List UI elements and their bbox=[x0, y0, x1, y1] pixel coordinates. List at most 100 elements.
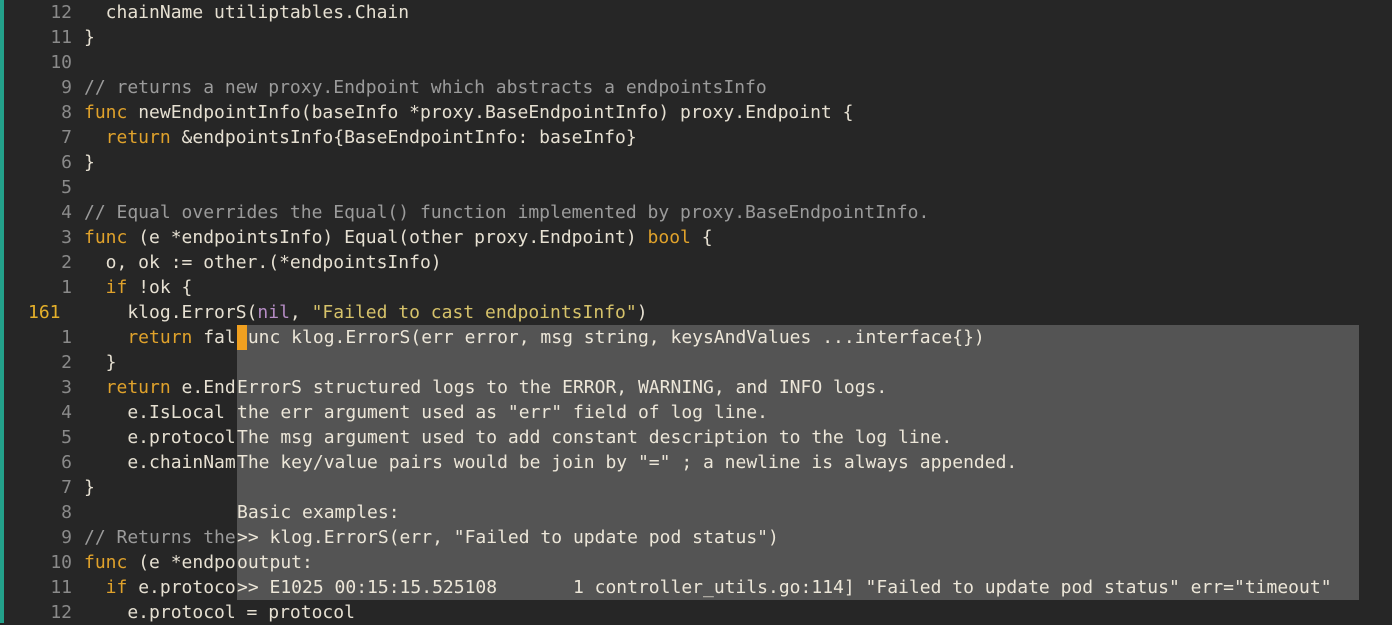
line-number: 3 bbox=[61, 377, 72, 398]
line-number: 1 bbox=[61, 327, 72, 348]
code-token: { bbox=[690, 227, 713, 248]
popup-doc-line: >> E1025 00:15:15.525108 1 controller_ut… bbox=[237, 577, 1332, 598]
code-token: e.protoco bbox=[127, 577, 236, 598]
code-text[interactable]: } bbox=[84, 350, 117, 375]
code-token: } bbox=[84, 477, 95, 498]
code-token: (e *endpointsInfo) Equal(other proxy.End… bbox=[127, 227, 648, 248]
code-token: if bbox=[84, 277, 128, 298]
code-line[interactable]: 4 // Equal overrides the Equal() function… bbox=[0, 200, 1392, 225]
code-text[interactable]: chainName utiliptables.Chain bbox=[84, 0, 409, 25]
line-number: 10 bbox=[50, 52, 72, 73]
code-text[interactable]: // Equal overrides the Equal() function … bbox=[84, 200, 929, 225]
code-line[interactable]: 10 bbox=[0, 50, 1392, 75]
line-number: 6 bbox=[61, 452, 72, 473]
line-number: 7 bbox=[61, 127, 72, 148]
line-number: 2 bbox=[61, 352, 72, 373]
code-line[interactable]: 1 if !ok { bbox=[0, 275, 1392, 300]
popup-doc-line: ErrorS structured logs to the ERROR, WAR… bbox=[237, 377, 888, 398]
code-token: chainName utiliptables.Chain bbox=[84, 2, 410, 23]
code-line[interactable]: 12 e.protocol = protocol bbox=[0, 600, 1392, 625]
line-number: 4 bbox=[61, 402, 72, 423]
code-token: return bbox=[84, 377, 171, 398]
code-token: if bbox=[84, 577, 128, 598]
code-line[interactable]: 5 bbox=[0, 175, 1392, 200]
code-line[interactable]: 8 func newEndpointInfo(baseInfo *proxy.Ba… bbox=[0, 100, 1392, 125]
code-token: func bbox=[84, 102, 128, 123]
line-number: 12 bbox=[50, 602, 72, 623]
code-token: , bbox=[289, 302, 312, 323]
code-token: // Returns the bbox=[84, 527, 236, 548]
code-text[interactable]: } bbox=[84, 25, 95, 50]
code-token: (e *endpo bbox=[127, 552, 236, 573]
code-text[interactable]: o, ok := other.(*endpointsInfo) bbox=[84, 250, 442, 275]
code-text[interactable]: e.IsLocal bbox=[84, 400, 225, 425]
code-token: return bbox=[84, 327, 193, 348]
code-text[interactable]: return fal bbox=[84, 325, 235, 350]
code-text[interactable]: // returns a new proxy.Endpoint which ab… bbox=[84, 75, 767, 100]
line-number: 5 bbox=[61, 427, 72, 448]
code-text[interactable]: func newEndpointInfo(baseInfo *proxy.Bas… bbox=[84, 100, 853, 125]
code-token: } bbox=[84, 352, 117, 373]
code-token: } bbox=[84, 152, 95, 173]
code-token: } bbox=[84, 27, 95, 48]
code-text[interactable]: return &endpointsInfo{BaseEndpointInfo: … bbox=[84, 125, 637, 150]
current-line-number: 161 bbox=[28, 302, 61, 323]
popup-doc-line: Basic examples: bbox=[237, 502, 400, 523]
popup-doc-line: the err argument used as "err" field of … bbox=[237, 402, 769, 423]
code-text[interactable]: klog.ErrorS(nil, "Failed to cast endpoin… bbox=[84, 300, 648, 325]
code-token: !ok { bbox=[127, 277, 193, 298]
code-text[interactable]: if e.protoco bbox=[84, 575, 236, 600]
line-number: 2 bbox=[61, 252, 72, 273]
code-token: return bbox=[84, 127, 171, 148]
code-editor[interactable]: 12 chainName utiliptables.Chain 11} 10 9// … bbox=[0, 0, 1392, 623]
code-token: func bbox=[84, 227, 128, 248]
line-number: 11 bbox=[50, 27, 72, 48]
code-token: &endpointsInfo{BaseEndpointInfo: baseInf… bbox=[170, 127, 637, 148]
code-text[interactable]: if !ok { bbox=[84, 275, 193, 300]
line-number: 5 bbox=[61, 177, 72, 198]
code-token: "Failed to cast endpointsInfo" bbox=[311, 302, 637, 323]
code-token: func bbox=[84, 552, 128, 573]
code-token: ) bbox=[636, 302, 648, 323]
code-token: nil bbox=[257, 302, 290, 323]
code-text[interactable]: e.chainNam bbox=[84, 450, 236, 475]
code-text[interactable]: func (e *endpointsInfo) Equal(other prox… bbox=[84, 225, 713, 250]
code-line[interactable]: 2 o, ok := other.(*endpointsInfo) bbox=[0, 250, 1392, 275]
code-text[interactable]: func (e *endpo bbox=[84, 550, 236, 575]
hover-documentation-popup: func klog.ErrorS(err error, msg string, … bbox=[237, 325, 1359, 600]
code-token: o, ok := other.(*endpointsInfo) bbox=[84, 252, 442, 273]
line-number: 7 bbox=[61, 477, 72, 498]
code-token: // returns a new proxy.Endpoint which ab… bbox=[84, 77, 767, 98]
code-text[interactable]: e.protocol = protocol bbox=[84, 600, 355, 625]
code-token: klog.ErrorS( bbox=[84, 302, 258, 323]
code-text[interactable]: } bbox=[84, 475, 95, 500]
code-token: e.protocol bbox=[84, 427, 236, 448]
code-line[interactable]: 6} bbox=[0, 150, 1392, 175]
code-line[interactable]: 12 chainName utiliptables.Chain bbox=[0, 0, 1392, 25]
line-number: 10 bbox=[50, 552, 72, 573]
code-line[interactable]: 11} bbox=[0, 25, 1392, 50]
code-text[interactable]: e.protocol bbox=[84, 425, 236, 450]
line-number: 11 bbox=[50, 577, 72, 598]
code-token: e.IsLocal bbox=[84, 402, 225, 423]
popup-doc-line: The msg argument used to add constant de… bbox=[237, 427, 953, 448]
code-line[interactable]: 3 func (e *endpointsInfo) Equal(other pro… bbox=[0, 225, 1392, 250]
code-token: e.End bbox=[170, 377, 236, 398]
line-number: 8 bbox=[61, 502, 72, 523]
code-line[interactable]: 7 return &endpointsInfo{BaseEndpointInfo… bbox=[0, 125, 1392, 150]
code-text[interactable]: } bbox=[84, 150, 95, 175]
code-token: e.protocol = protocol bbox=[84, 602, 355, 623]
line-number: 3 bbox=[61, 227, 72, 248]
code-token: newEndpointInfo(baseInfo *proxy.BaseEndp… bbox=[127, 102, 854, 123]
line-number: 12 bbox=[50, 2, 72, 23]
code-text[interactable]: // Returns the bbox=[84, 525, 236, 550]
line-number: 9 bbox=[61, 527, 72, 548]
code-line[interactable]: 161 klog.ErrorS(nil, "Failed to cast end… bbox=[0, 300, 1392, 325]
line-number: 8 bbox=[61, 102, 72, 123]
line-number: 9 bbox=[61, 77, 72, 98]
popup-doc-line: >> klog.ErrorS(err, "Failed to update po… bbox=[237, 527, 779, 548]
code-line[interactable]: 9 // returns a new proxy.Endpoint which a… bbox=[0, 75, 1392, 100]
line-number: 6 bbox=[61, 152, 72, 173]
code-token: e.chainNam bbox=[84, 452, 236, 473]
code-text[interactable]: return e.End bbox=[84, 375, 236, 400]
